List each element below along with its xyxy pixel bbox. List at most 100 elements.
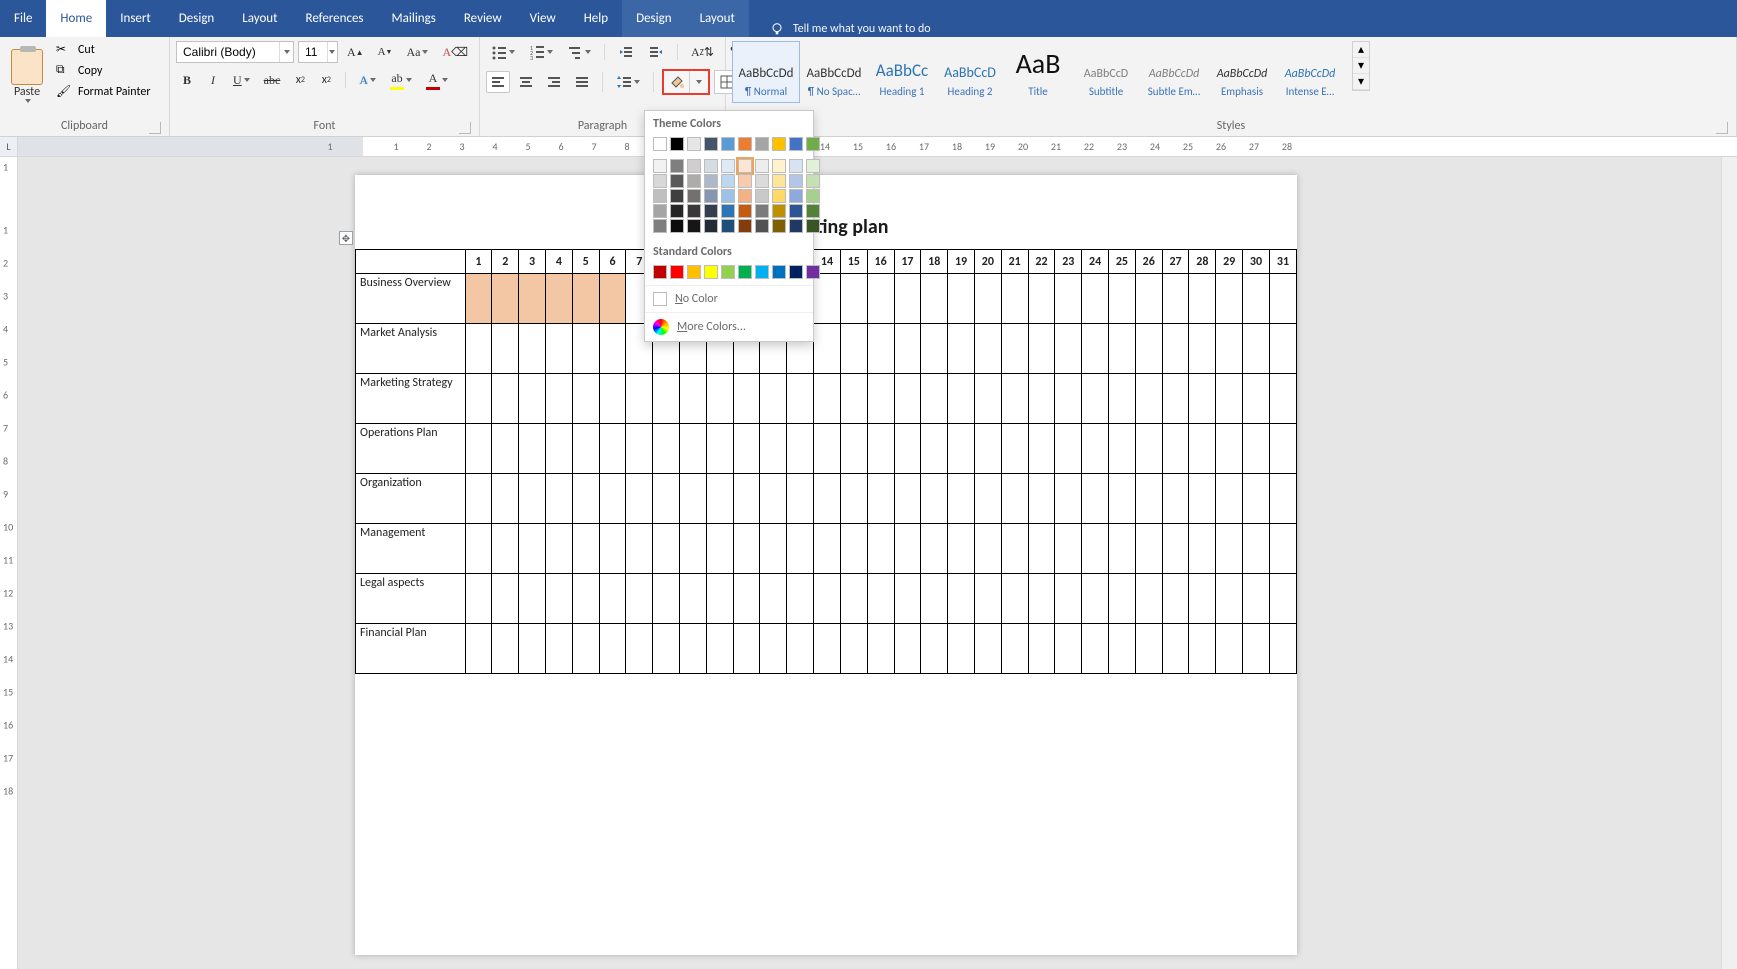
cell[interactable] (867, 424, 894, 474)
table-row[interactable]: Legal aspects (356, 574, 1297, 624)
tab-file[interactable]: File (0, 0, 46, 37)
cell[interactable] (626, 474, 653, 524)
cell[interactable] (626, 574, 653, 624)
cell[interactable] (1269, 624, 1296, 674)
cell[interactable] (814, 624, 841, 674)
cell[interactable] (814, 424, 841, 474)
font-name-combo[interactable] (176, 41, 294, 63)
cell[interactable] (492, 574, 519, 624)
cell[interactable] (921, 374, 948, 424)
cell[interactable] (840, 424, 867, 474)
theme-shade-swatch[interactable] (755, 189, 769, 203)
cell[interactable] (1135, 324, 1162, 374)
cell[interactable] (1162, 474, 1189, 524)
cell[interactable] (733, 574, 760, 624)
cell[interactable] (572, 324, 599, 374)
cell[interactable] (760, 474, 787, 524)
cell[interactable] (1109, 574, 1136, 624)
cell[interactable] (1243, 424, 1270, 474)
table-row[interactable]: Management (356, 524, 1297, 574)
cell[interactable] (1216, 274, 1243, 324)
cell[interactable] (867, 324, 894, 374)
theme-shade-swatch[interactable] (755, 174, 769, 188)
cell[interactable] (921, 424, 948, 474)
standard-swatch[interactable] (738, 265, 752, 279)
cell[interactable] (599, 624, 626, 674)
cell[interactable] (974, 324, 1001, 374)
font-name-input[interactable] (177, 45, 279, 59)
cell[interactable] (653, 424, 680, 474)
cell[interactable] (1269, 474, 1296, 524)
italic-button[interactable]: I (202, 69, 224, 91)
cell[interactable] (1082, 324, 1109, 374)
cell[interactable] (492, 274, 519, 324)
cell[interactable] (492, 324, 519, 374)
table-move-handle[interactable]: ✥ (339, 231, 353, 245)
cell[interactable] (921, 474, 948, 524)
cell[interactable] (572, 274, 599, 324)
cell[interactable] (599, 374, 626, 424)
shading-button[interactable] (662, 69, 710, 95)
cell[interactable] (974, 474, 1001, 524)
cell[interactable] (572, 574, 599, 624)
justify-button[interactable] (570, 71, 594, 93)
theme-shade-swatch[interactable] (721, 174, 735, 188)
cell[interactable] (1109, 524, 1136, 574)
cell[interactable] (653, 574, 680, 624)
cell[interactable] (867, 574, 894, 624)
align-center-button[interactable] (514, 71, 538, 93)
style-intense-e-[interactable]: AaBbCcDdIntense E… (1276, 41, 1344, 103)
tab-review[interactable]: Review (450, 0, 516, 37)
cell[interactable] (814, 274, 841, 324)
document-viewport[interactable]: ✥ marketing plan 12345678910111213141516… (18, 157, 1737, 969)
cell[interactable] (492, 374, 519, 424)
clipboard-dialog-launcher[interactable] (149, 122, 161, 134)
theme-shade-swatch[interactable] (772, 159, 786, 173)
clear-formatting-button[interactable]: A (437, 41, 473, 63)
theme-shade-swatch[interactable] (704, 189, 718, 203)
cell[interactable] (1189, 274, 1216, 324)
cell[interactable] (840, 474, 867, 524)
style--normal[interactable]: AaBbCcDd¶ Normal (732, 41, 800, 103)
cell[interactable] (465, 474, 492, 524)
standard-swatch[interactable] (687, 265, 701, 279)
cell[interactable] (706, 374, 733, 424)
font-color-button[interactable]: A (421, 69, 453, 91)
cell[interactable] (465, 524, 492, 574)
cell[interactable] (1162, 274, 1189, 324)
increase-indent-button[interactable] (643, 41, 669, 63)
cell[interactable] (1269, 324, 1296, 374)
cell[interactable] (867, 524, 894, 574)
cell[interactable] (706, 424, 733, 474)
cell[interactable] (599, 324, 626, 374)
cell[interactable] (1028, 474, 1055, 524)
plan-table[interactable]: 1234567891011121314151617181920212223242… (355, 249, 1297, 674)
cell[interactable] (733, 374, 760, 424)
style-title[interactable]: AaBTitle (1004, 41, 1072, 103)
cell[interactable] (680, 624, 707, 674)
cell[interactable] (1082, 274, 1109, 324)
cell[interactable] (1135, 374, 1162, 424)
cell[interactable] (814, 574, 841, 624)
cell[interactable] (1243, 524, 1270, 574)
decrease-indent-button[interactable] (613, 41, 639, 63)
cell[interactable] (894, 324, 921, 374)
cell[interactable] (894, 274, 921, 324)
cell[interactable] (1109, 624, 1136, 674)
cell[interactable] (680, 524, 707, 574)
cell[interactable] (1028, 524, 1055, 574)
cell[interactable] (921, 274, 948, 324)
cell[interactable] (1189, 524, 1216, 574)
gallery-more[interactable]: ▾ (1353, 74, 1369, 90)
theme-shade-swatch[interactable] (670, 159, 684, 173)
cell[interactable] (760, 624, 787, 674)
theme-shade-swatch[interactable] (772, 189, 786, 203)
cell[interactable] (974, 624, 1001, 674)
cell[interactable] (974, 574, 1001, 624)
cell[interactable] (974, 524, 1001, 574)
cell[interactable] (1109, 274, 1136, 324)
tab-insert[interactable]: Insert (106, 0, 165, 37)
cell[interactable] (921, 524, 948, 574)
theme-shade-swatch[interactable] (772, 219, 786, 233)
cell[interactable] (974, 424, 1001, 474)
